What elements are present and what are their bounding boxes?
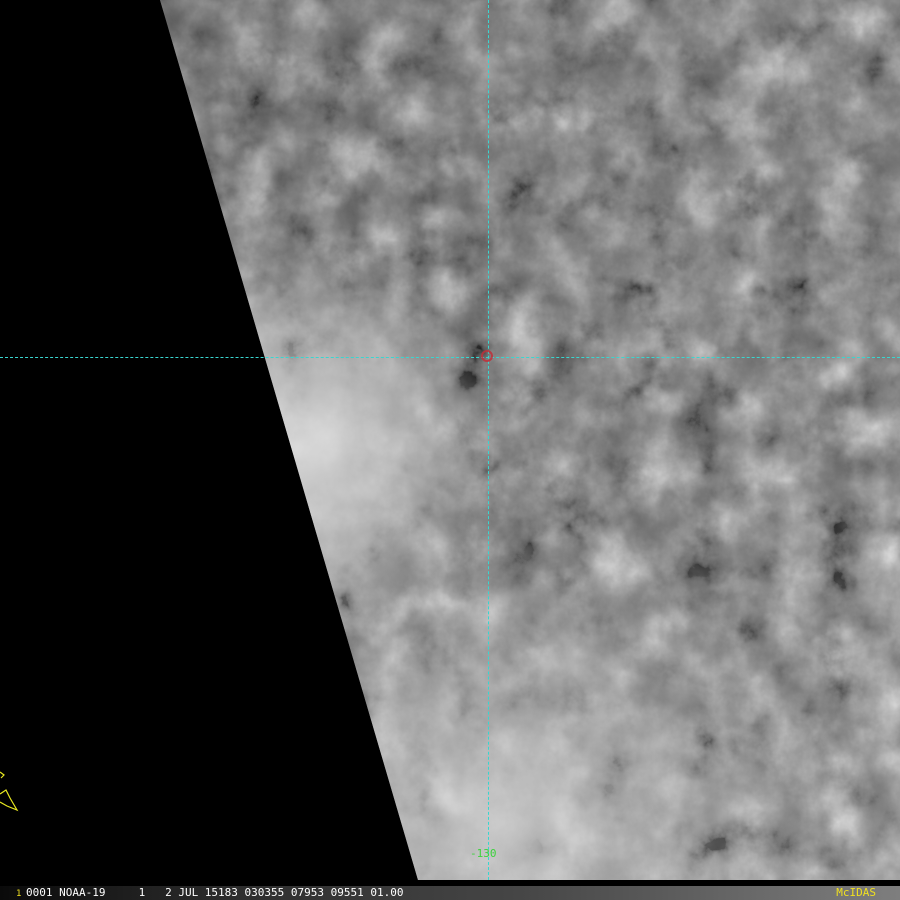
storm-center-marker [481, 350, 493, 362]
longitude-label: -130 [470, 847, 497, 860]
coastline-icon [0, 771, 19, 812]
frame-number: 1 [16, 889, 22, 899]
satellite-viewer: -130 1 0001 NOAA-19 1 2 JUL 15183 030355… [0, 0, 900, 900]
satellite-image [0, 0, 900, 900]
status-bar: 1 0001 NOAA-19 1 2 JUL 15183 030355 0795… [0, 886, 900, 900]
mcidas-brand-label: McIDAS [836, 886, 876, 899]
image-info-text: 0001 NOAA-19 1 2 JUL 15183 030355 07953 … [26, 886, 404, 899]
crosshair-horizontal [0, 357, 900, 358]
crosshair-vertical [488, 0, 489, 880]
